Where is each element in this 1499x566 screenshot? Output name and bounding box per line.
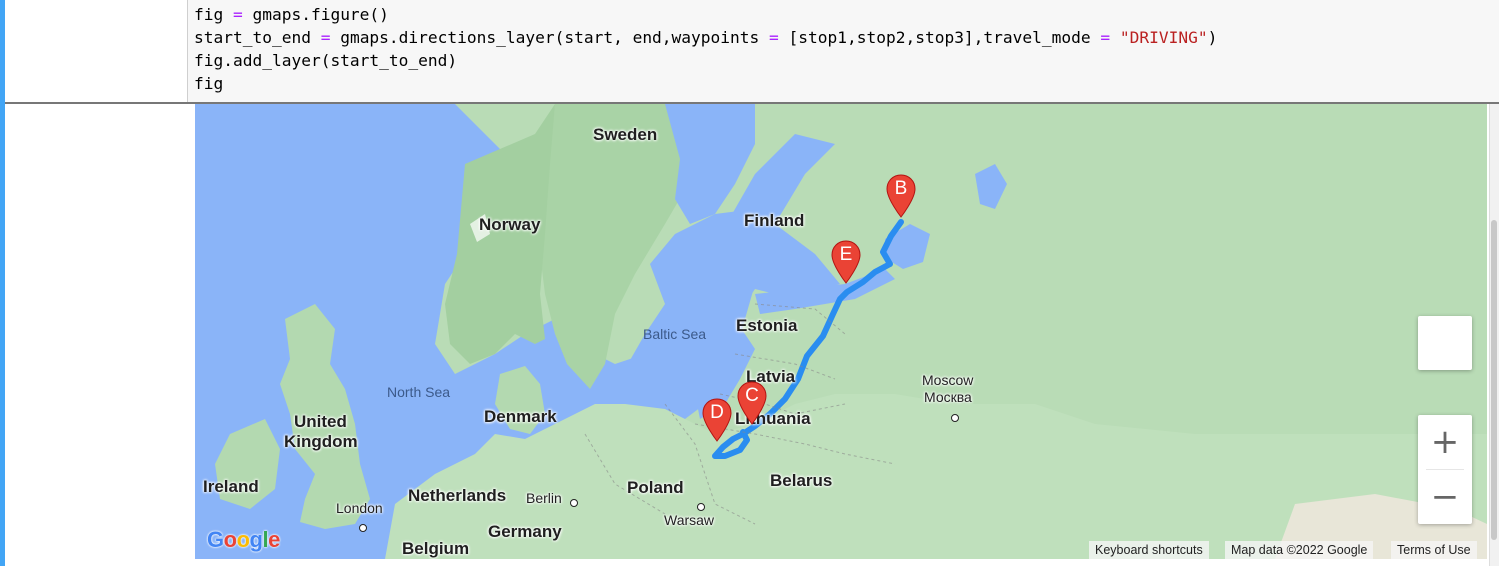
label-poland: Poland xyxy=(627,478,684,497)
code-token: "DRIVING" xyxy=(1119,28,1208,47)
city-dot-moscow xyxy=(949,407,959,426)
code-token: fig xyxy=(194,5,233,24)
label-baltic-sea: Baltic Sea xyxy=(643,326,707,342)
code-token: fig xyxy=(194,74,224,93)
marker-b-label: B xyxy=(894,178,908,199)
label-belgium: Belgium xyxy=(402,539,470,558)
code-token: gmaps.directions_layer(start, end,waypoi… xyxy=(330,28,770,47)
label-belarus: Belarus xyxy=(770,471,833,490)
code-token: = xyxy=(320,28,331,47)
keyboard-shortcuts-link[interactable]: Keyboard shortcuts xyxy=(1089,541,1209,559)
zoom-out-button[interactable]: − xyxy=(1418,470,1472,524)
code-token: fig.add_layer(start_to_end) xyxy=(194,51,458,70)
zoom-in-button[interactable]: + xyxy=(1418,415,1472,469)
city-dot-warsaw xyxy=(695,496,705,515)
label-united-kingdom-1: United xyxy=(294,412,347,431)
marker-b[interactable]: B xyxy=(886,174,916,218)
code-token: = xyxy=(769,28,779,47)
label-germany: Germany xyxy=(488,522,562,541)
code-token: = xyxy=(232,5,243,24)
label-netherlands: Netherlands xyxy=(408,486,507,505)
label-warsaw: Warsaw xyxy=(664,512,715,528)
fullscreen-button[interactable] xyxy=(1418,316,1472,370)
marker-d-label: D xyxy=(710,402,724,423)
map-widget[interactable]: Sweden Norway Finland Estonia Latvia Lit… xyxy=(195,104,1487,559)
code-editor[interactable]: fig = gmaps.figure() start_to_end = gmaps… xyxy=(194,3,1217,95)
code-line[interactable]: fig = gmaps.figure() xyxy=(194,3,1217,26)
label-ireland: Ireland xyxy=(203,477,259,496)
label-denmark: Denmark xyxy=(484,407,557,426)
marker-e[interactable]: E xyxy=(831,240,861,284)
marker-c[interactable]: C xyxy=(737,381,767,425)
label-united-kingdom-2: Kingdom xyxy=(284,432,358,451)
label-moscow: Moscow xyxy=(922,372,974,388)
label-berlin: Berlin xyxy=(526,490,562,506)
marker-c-label: C xyxy=(745,385,759,406)
zoom-control: + − xyxy=(1418,415,1472,524)
code-token: = xyxy=(1100,28,1111,47)
label-moscow-cyrillic: Москва xyxy=(924,389,972,405)
label-north-sea: North Sea xyxy=(387,384,451,400)
label-estonia: Estonia xyxy=(736,316,798,335)
label-london: London xyxy=(336,500,383,516)
google-logo[interactable]: Google xyxy=(207,527,280,553)
code-token: gmaps.figure() xyxy=(242,5,389,24)
code-line[interactable]: fig.add_layer(start_to_end) xyxy=(194,49,1217,72)
map-data-attribution: Map data ©2022 Google xyxy=(1225,541,1374,559)
output-scrollbar-thumb[interactable] xyxy=(1491,220,1497,540)
map-terrain xyxy=(215,104,1487,559)
terms-of-use-link[interactable]: Terms of Use xyxy=(1391,541,1477,559)
city-dot-berlin xyxy=(568,492,578,511)
marker-d[interactable]: D xyxy=(702,398,732,442)
code-line[interactable]: start_to_end = gmaps.directions_layer(st… xyxy=(194,26,1217,49)
city-dot-london xyxy=(357,517,367,536)
code-token: [stop1,stop2,stop3],travel_mode xyxy=(778,28,1101,47)
label-sweden: Sweden xyxy=(593,125,658,144)
label-finland: Finland xyxy=(744,211,805,230)
code-token: ) xyxy=(1207,28,1218,47)
code-token: start_to_end xyxy=(194,28,321,47)
code-line[interactable]: fig xyxy=(194,72,1217,95)
marker-e-label: E xyxy=(839,244,853,265)
label-norway: Norway xyxy=(479,215,541,234)
